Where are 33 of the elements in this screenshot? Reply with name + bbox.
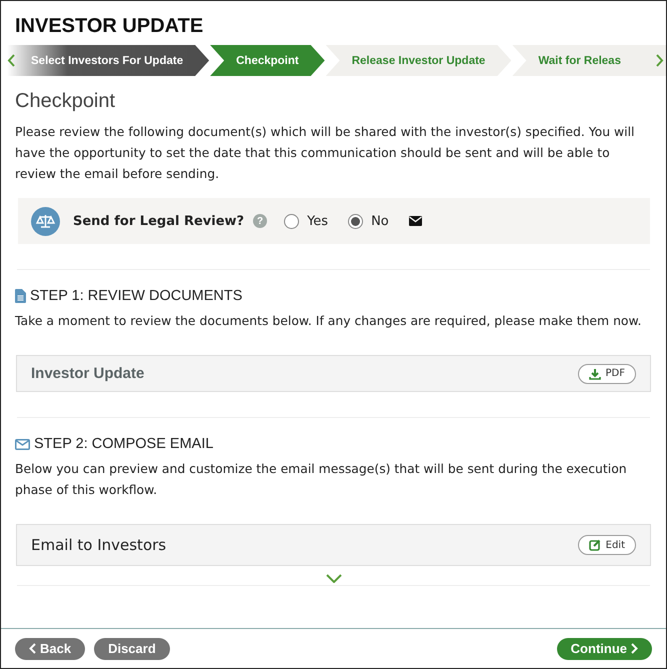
back-button[interactable]: Back [15, 638, 86, 660]
envelope-icon [15, 438, 30, 450]
legal-review-label: Send for Legal Review? [73, 214, 244, 228]
step-title: STEP 2: COMPOSE EMAIL [34, 436, 214, 452]
radio-option[interactable]: Yes [284, 214, 328, 228]
document-icon [15, 289, 26, 303]
page-title: INVESTOR UPDATE [15, 15, 204, 38]
section-heading: Checkpoint [15, 90, 116, 113]
edit-button[interactable]: Edit [578, 535, 636, 555]
download-icon [588, 368, 601, 380]
document-title: Investor Update [31, 365, 144, 382]
discard-button[interactable]: Discard [94, 638, 170, 660]
radio-option[interactable]: No [348, 214, 389, 228]
chevron-left-icon [29, 643, 36, 654]
edit-icon [588, 539, 601, 551]
chevron-left-icon[interactable] [7, 54, 15, 67]
wizard-step[interactable]: Checkpoint [210, 45, 325, 76]
step-description: Below you can preview and customize the email message(s) that will be sent during the execution phase of this workflow. [15, 460, 628, 499]
envelope-icon [408, 216, 422, 226]
chevron-right-icon[interactable] [656, 54, 664, 67]
continue-button[interactable]: Continue [556, 638, 652, 660]
chevron-down-icon[interactable] [326, 574, 342, 583]
wizard-step[interactable]: Release Investor Update [326, 45, 512, 76]
wizard-step[interactable]: Select Investors For Update [7, 45, 210, 76]
step-title: STEP 1: REVIEW DOCUMENTS [30, 288, 242, 304]
step-description: Take a moment to review the documents below. If any changes are required, please make them now. [15, 312, 642, 330]
help-icon[interactable]: ? [253, 214, 268, 228]
chevron-right-icon [631, 643, 638, 654]
scale-icon [31, 206, 60, 236]
email-title: Email to Investors [31, 536, 166, 554]
wizard-step[interactable]: Wait for Releas [512, 45, 666, 76]
pdf-button[interactable]: PDF [578, 364, 636, 384]
intro-text: Please review the following document(s) which will be shared with the investor(s) specified. You will have the opportunity to set the date that this communication should be sent and will be able to review the email before sending. [15, 123, 636, 183]
